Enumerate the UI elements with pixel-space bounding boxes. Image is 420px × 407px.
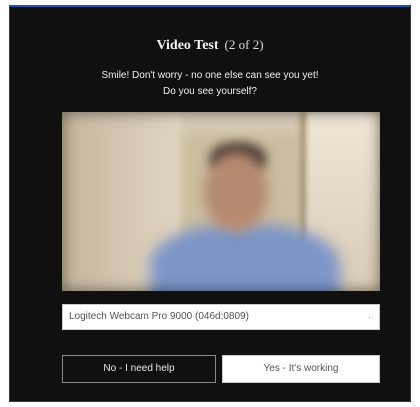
subtitle-line-1: Smile! Don't worry - no one else can see… — [101, 70, 319, 81]
camera-select[interactable]: Logitech Webcam Pro 9000 (046d:0809) · — [62, 304, 380, 330]
its-working-button[interactable]: Yes - It's working — [222, 355, 380, 383]
subtitle-line-2: Do you see yourself? — [163, 86, 257, 97]
need-help-button[interactable]: No - I need help — [62, 355, 216, 383]
dropdown-arrow-icon[interactable]: · — [368, 305, 371, 329]
video-test-dialog: Video Test (2 of 2) Smile! Don't worry - … — [9, 5, 411, 402]
dialog-title: Video Test (2 of 2) — [10, 37, 410, 54]
camera-select-value: Logitech Webcam Pro 9000 (046d:0809) — [69, 311, 249, 322]
webcam-preview — [62, 112, 380, 291]
dialog-subtitle: Smile! Don't worry - no one else can see… — [10, 68, 410, 100]
dialog-title-text: Video Test — [156, 38, 219, 53]
preview-vignette — [62, 112, 380, 291]
dialog-step-indicator: (2 of 2) — [224, 37, 264, 52]
